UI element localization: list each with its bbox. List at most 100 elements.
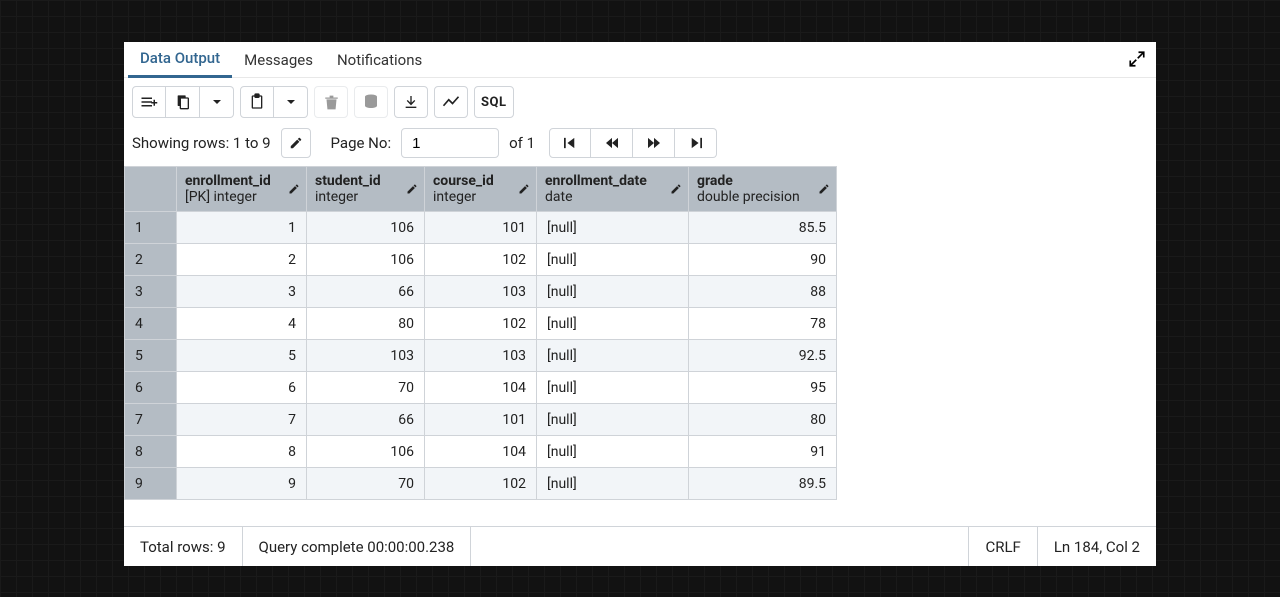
row-number[interactable]: 9	[125, 468, 177, 500]
first-page-button[interactable]	[549, 128, 591, 158]
page-no-input[interactable]	[401, 128, 499, 158]
row-number[interactable]: 7	[125, 404, 177, 436]
cell[interactable]: 2	[177, 244, 307, 276]
cell[interactable]: 104	[425, 436, 537, 468]
sql-button[interactable]: SQL	[474, 86, 514, 118]
cell[interactable]: 106	[307, 212, 425, 244]
next-page-button[interactable]	[633, 128, 675, 158]
column-header[interactable]: enrollment_date date	[537, 167, 689, 212]
cell[interactable]: 89.5	[689, 468, 837, 500]
cell[interactable]: 78	[689, 308, 837, 340]
paste-dropdown-button[interactable]	[274, 86, 308, 118]
pencil-icon[interactable]	[288, 183, 300, 195]
row-number[interactable]: 1	[125, 212, 177, 244]
pencil-icon[interactable]	[518, 183, 530, 195]
column-type: double precision	[697, 189, 828, 205]
tab-data-output[interactable]: Data Output	[128, 41, 232, 78]
table-row[interactable]: 3366103[null]88	[125, 276, 837, 308]
cell[interactable]: 95	[689, 372, 837, 404]
paste-button[interactable]	[240, 86, 274, 118]
edit-rows-button[interactable]	[281, 128, 311, 158]
column-header[interactable]: student_id integer	[307, 167, 425, 212]
rownum-header[interactable]	[125, 167, 177, 212]
column-type: [PK] integer	[185, 189, 298, 205]
table-row[interactable]: 6670104[null]95	[125, 372, 837, 404]
column-header[interactable]: enrollment_id [PK] integer	[177, 167, 307, 212]
showing-rows-label: Showing rows: 1 to 9	[132, 134, 271, 152]
table-row[interactable]: 7766101[null]80	[125, 404, 837, 436]
cell[interactable]: 3	[177, 276, 307, 308]
cell[interactable]: [null]	[537, 468, 689, 500]
table-row[interactable]: 22106102[null]90	[125, 244, 837, 276]
cell[interactable]: 80	[689, 404, 837, 436]
data-grid[interactable]: enrollment_id [PK] integer student_id in…	[124, 166, 1156, 526]
row-number[interactable]: 6	[125, 372, 177, 404]
cell[interactable]: 106	[307, 436, 425, 468]
cell[interactable]: 101	[425, 404, 537, 436]
cell[interactable]: 102	[425, 244, 537, 276]
column-header[interactable]: course_id integer	[425, 167, 537, 212]
cell[interactable]: 70	[307, 468, 425, 500]
table-row[interactable]: 55103103[null]92.5	[125, 340, 837, 372]
column-header[interactable]: grade double precision	[689, 167, 837, 212]
expand-icon[interactable]	[1128, 50, 1146, 68]
cell[interactable]: 102	[425, 308, 537, 340]
cell[interactable]: 7	[177, 404, 307, 436]
cell[interactable]: 103	[425, 276, 537, 308]
chart-button[interactable]	[434, 86, 468, 118]
table-row[interactable]: 4480102[null]78	[125, 308, 837, 340]
cell[interactable]: [null]	[537, 212, 689, 244]
cell[interactable]: 106	[307, 244, 425, 276]
cell[interactable]: 91	[689, 436, 837, 468]
cell[interactable]: 66	[307, 404, 425, 436]
cell[interactable]: 104	[425, 372, 537, 404]
table-row[interactable]: 9970102[null]89.5	[125, 468, 837, 500]
pencil-icon[interactable]	[818, 183, 830, 195]
column-type: date	[545, 189, 680, 205]
cell[interactable]: 102	[425, 468, 537, 500]
cell[interactable]: 9	[177, 468, 307, 500]
cell[interactable]: [null]	[537, 404, 689, 436]
cell[interactable]: 6	[177, 372, 307, 404]
prev-page-button[interactable]	[591, 128, 633, 158]
cell[interactable]: 66	[307, 276, 425, 308]
cell[interactable]: 1	[177, 212, 307, 244]
pencil-icon[interactable]	[406, 183, 418, 195]
cell[interactable]: 88	[689, 276, 837, 308]
delete-row-button[interactable]	[314, 86, 348, 118]
last-page-button[interactable]	[675, 128, 717, 158]
row-number[interactable]: 2	[125, 244, 177, 276]
copy-button[interactable]	[166, 86, 200, 118]
cell[interactable]: 80	[307, 308, 425, 340]
cell[interactable]: 101	[425, 212, 537, 244]
tab-notifications[interactable]: Notifications	[325, 43, 434, 77]
row-number[interactable]: 3	[125, 276, 177, 308]
cell[interactable]: [null]	[537, 436, 689, 468]
cell[interactable]: 85.5	[689, 212, 837, 244]
cell[interactable]: 92.5	[689, 340, 837, 372]
save-data-button[interactable]	[354, 86, 388, 118]
tab-messages[interactable]: Messages	[232, 43, 325, 77]
cell[interactable]: 8	[177, 436, 307, 468]
cell[interactable]: 5	[177, 340, 307, 372]
download-button[interactable]	[394, 86, 428, 118]
cell[interactable]: [null]	[537, 372, 689, 404]
cell[interactable]: 103	[307, 340, 425, 372]
add-row-button[interactable]	[132, 86, 166, 118]
cell[interactable]: 90	[689, 244, 837, 276]
row-number[interactable]: 5	[125, 340, 177, 372]
cell[interactable]: [null]	[537, 340, 689, 372]
row-number[interactable]: 8	[125, 436, 177, 468]
copy-dropdown-button[interactable]	[200, 86, 234, 118]
cell[interactable]: 70	[307, 372, 425, 404]
eol-label: CRLF	[969, 527, 1037, 566]
table-row[interactable]: 88106104[null]91	[125, 436, 837, 468]
cell[interactable]: [null]	[537, 244, 689, 276]
cell[interactable]: 103	[425, 340, 537, 372]
cell[interactable]: 4	[177, 308, 307, 340]
cell[interactable]: [null]	[537, 308, 689, 340]
cell[interactable]: [null]	[537, 276, 689, 308]
pencil-icon[interactable]	[670, 183, 682, 195]
row-number[interactable]: 4	[125, 308, 177, 340]
table-row[interactable]: 11106101[null]85.5	[125, 212, 837, 244]
